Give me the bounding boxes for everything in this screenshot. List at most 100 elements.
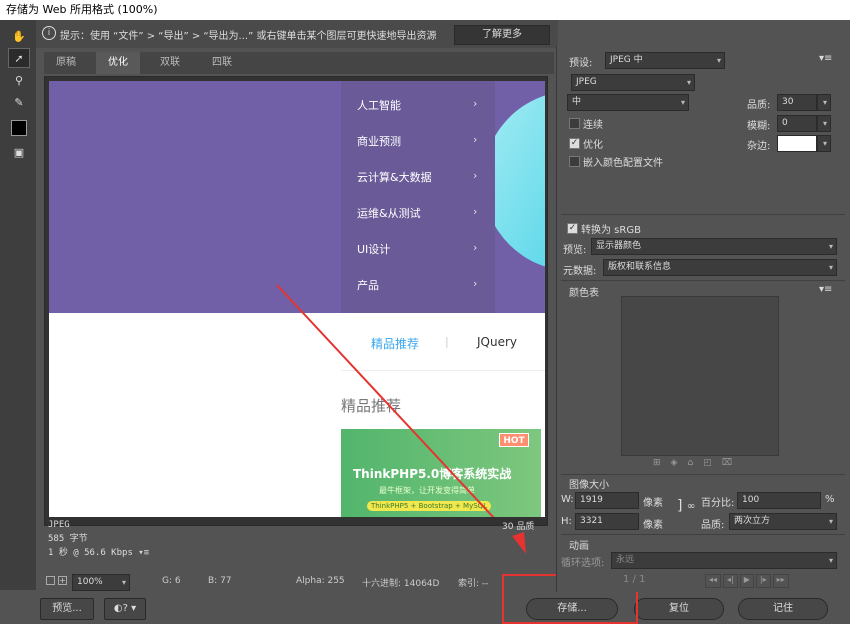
quality-dropdown[interactable]: ▾ <box>817 94 831 111</box>
annotation-arrow <box>276 284 495 517</box>
optimized-checkbox[interactable]: ✓ <box>569 138 580 149</box>
remember-button[interactable]: 记住 <box>738 598 828 620</box>
toggle-slices-icon[interactable]: ▣ <box>8 142 30 162</box>
panel-menu-icon[interactable]: ▾≡ <box>819 53 832 64</box>
compression-quality-select[interactable]: 中 ▾ <box>567 94 689 111</box>
map-transparency-icon: ⊞ <box>653 458 671 468</box>
width-input[interactable]: 1919 <box>575 492 639 509</box>
first-frame-icon[interactable]: ◂◂ <box>705 574 722 588</box>
hint-text: 提示：使用 “文件” > “导出” > “导出为...” 或右键单击某个图层可更… <box>60 31 437 42</box>
width-label: W: <box>561 494 574 505</box>
eyedropper-tool-icon[interactable]: ✎ <box>8 92 30 112</box>
zoom-out-button[interactable] <box>46 576 55 585</box>
browser-preview-select[interactable]: ◐? ▾ <box>104 598 146 620</box>
play-icon[interactable]: ▶ <box>739 574 754 588</box>
image-size-label: 图像大小 <box>569 480 609 491</box>
browser-icon: ◐? <box>113 603 128 614</box>
chevron-down-icon: ▾ <box>828 517 833 526</box>
height-input[interactable]: 3321 <box>575 513 639 530</box>
convert-srgb-label: 转换为 sRGB <box>581 225 641 236</box>
info-size: 585 字节 <box>48 534 88 544</box>
preview-frame: 人工智能 › 商业预测 › 云计算&大数据 › 运维&从测试 › UI设计 › 产品 › 精… <box>44 76 548 526</box>
resample-label: 品质: <box>701 520 725 531</box>
chevron-down-icon: ▾ <box>828 556 833 565</box>
window-title: 存储为 Web 所用格式 (100%) <box>0 0 850 20</box>
last-frame-icon[interactable]: ▸▸ <box>772 574 789 588</box>
web-shift-icon: ◈ <box>670 458 688 468</box>
prev-frame-icon[interactable]: ◂| <box>723 574 738 588</box>
height-unit: 像素 <box>643 520 663 531</box>
link-bracket: ] <box>677 498 683 514</box>
blur-input[interactable]: 0 <box>777 115 817 132</box>
delete-icon: ⌧ <box>721 458 743 468</box>
reset-button[interactable]: 复位 <box>634 598 724 620</box>
animation-controls: ◂◂ ◂| ▶ |▸ ▸▸ <box>705 574 789 588</box>
matte-color-swatch[interactable] <box>777 135 817 152</box>
chevron-down-icon: ▾ <box>686 78 691 87</box>
info-format: JPEG <box>48 520 70 530</box>
eyedropper-color-swatch[interactable] <box>8 118 30 138</box>
chain-link-icon[interactable]: ∞ <box>687 501 695 512</box>
zoom-select[interactable]: 100% ▾ <box>72 574 130 591</box>
metadata-select[interactable]: 版权和联系信息 ▾ <box>603 259 837 276</box>
info-menu-icon[interactable]: ▾≡ <box>138 548 149 558</box>
learn-more-button[interactable]: 了解更多 <box>454 25 550 45</box>
chevron-down-icon: ▾ <box>680 98 685 107</box>
color-table-tools[interactable]: ⊞◈⌂◰⌧ <box>653 458 742 468</box>
chevron-down-icon: ▾ <box>131 603 137 614</box>
percent-label: 百分比: <box>701 498 735 509</box>
info-download-time: 1 秒 @ 56.6 Kbps ▾≡ <box>48 548 150 558</box>
format-select[interactable]: JPEG ▾ <box>571 74 695 91</box>
slice-select-tool-icon[interactable]: ➚ <box>8 48 30 68</box>
status-index: 索引: -- <box>458 579 489 589</box>
tab-original[interactable]: 原稿 <box>44 52 88 74</box>
optimized-label: 优化 <box>583 140 603 151</box>
preview-button[interactable]: 预览... <box>40 598 94 620</box>
convert-srgb-checkbox[interactable]: ✓ <box>567 223 578 234</box>
color-table-label: 颜色表 <box>569 288 599 299</box>
chevron-down-icon: ▾ <box>822 139 827 148</box>
preset-select[interactable]: JPEG 中 ▾ <box>605 52 725 69</box>
zoom-in-button[interactable]: + <box>58 576 67 585</box>
hint-bar: i 提示：使用 “文件” > “导出” > “导出为...” 或右键单击某个图层… <box>36 20 558 48</box>
resample-select[interactable]: 两次立方 ▾ <box>729 513 837 530</box>
lock-icon: ⌂ <box>687 458 704 468</box>
color-table-menu-icon[interactable]: ▾≡ <box>819 284 832 295</box>
bottom-button-row: 预览... ◐? ▾ 存储... 复位 记住 <box>0 592 850 624</box>
chevron-down-icon: ▾ <box>828 263 833 272</box>
width-unit: 像素 <box>643 498 663 509</box>
left-toolbar: ✋ ➚ ⚲ ✎ ▣ <box>0 20 36 590</box>
hand-tool-icon[interactable]: ✋ <box>8 26 30 46</box>
status-alpha: Alpha: 255 <box>296 576 345 586</box>
chevron-down-icon: ▾ <box>716 56 721 65</box>
matte-label: 杂边: <box>747 141 771 152</box>
height-label: H: <box>561 516 572 527</box>
preview-color-select[interactable]: 显示器颜色 ▾ <box>591 238 837 255</box>
preview-canvas[interactable]: 人工智能 › 商业预测 › 云计算&大数据 › 运维&从测试 › UI设计 › 产品 › 精… <box>49 81 545 517</box>
percent-input[interactable]: 100 <box>737 492 821 509</box>
blur-dropdown[interactable]: ▾ <box>817 115 831 132</box>
color-table[interactable] <box>621 296 779 456</box>
chevron-down-icon: ▾ <box>121 578 126 587</box>
loop-label: 循环选项: <box>561 558 605 569</box>
chevron-down-icon: ▾ <box>828 242 833 251</box>
status-hex: 十六进制: 14064D <box>362 579 440 589</box>
tab-2up[interactable]: 双联 <box>148 52 192 74</box>
tab-optimized[interactable]: 优化 <box>96 52 140 74</box>
loop-select[interactable]: 永远 ▾ <box>611 552 837 569</box>
embed-profile-checkbox[interactable] <box>569 156 580 167</box>
tab-4up[interactable]: 四联 <box>200 52 244 74</box>
zoom-tool-icon[interactable]: ⚲ <box>8 70 30 90</box>
quality-label: 品质: <box>747 100 771 111</box>
progressive-checkbox[interactable] <box>569 118 580 129</box>
progressive-label: 连续 <box>583 120 603 131</box>
quality-input[interactable]: 30 <box>777 94 817 111</box>
percent-unit: % <box>825 494 835 505</box>
matte-dropdown[interactable]: ▾ <box>817 135 831 152</box>
next-frame-icon[interactable]: |▸ <box>755 574 771 588</box>
preset-label: 预设: <box>569 58 593 69</box>
chevron-down-icon: ▾ <box>822 98 827 107</box>
view-tabs: 原稿 优化 双联 四联 <box>44 52 554 74</box>
info-icon: i <box>42 26 56 40</box>
blur-label: 模糊: <box>747 121 771 132</box>
